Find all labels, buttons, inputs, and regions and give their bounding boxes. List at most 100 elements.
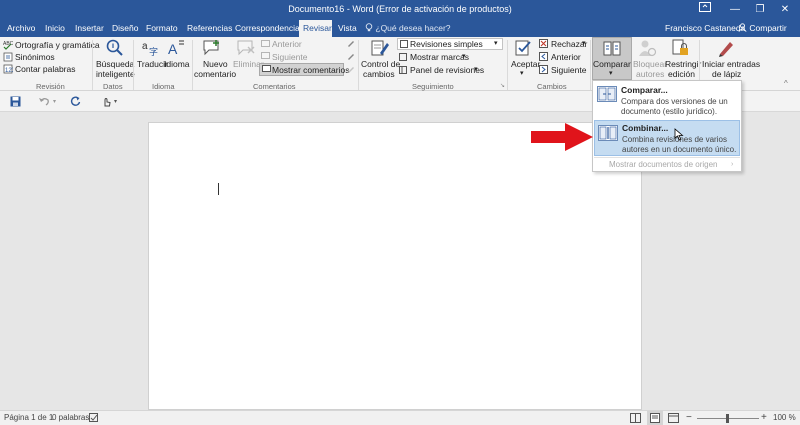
- display-for-review-dropdown[interactable]: Revisiones simples ▾: [397, 38, 503, 50]
- collapse-ribbon-icon[interactable]: ^: [784, 79, 788, 89]
- compare-menu-desc-1: Compara dos versiones de un: [621, 97, 728, 106]
- print-layout-icon: [650, 413, 660, 423]
- block-authors-label-1: Bloquear: [633, 59, 668, 69]
- customize-qat-icon[interactable]: ▾: [114, 97, 117, 107]
- redo-icon[interactable]: [70, 96, 81, 107]
- block-authors-label-2: autores: [636, 69, 665, 79]
- chevron-down-icon: ▾: [462, 53, 466, 60]
- person-icon: [738, 23, 749, 33]
- tab-revisar[interactable]: Revisar: [299, 20, 332, 37]
- tab-diseno[interactable]: Diseño: [108, 20, 142, 37]
- accept-label: Aceptar: [511, 59, 541, 69]
- language-label: Idioma: [164, 59, 190, 69]
- track-changes-label-1: Control de: [361, 59, 401, 69]
- group-separator: [133, 40, 134, 90]
- user-name[interactable]: Francisco Castaneda: [665, 20, 745, 37]
- language-icon: A: [168, 40, 184, 57]
- share-button[interactable]: Compartir: [738, 20, 787, 37]
- show-markup-label: Mostrar marcas: [410, 52, 470, 62]
- svg-text:ABC: ABC: [3, 41, 13, 47]
- tell-me-text: ¿Qué desea hacer?: [375, 23, 451, 33]
- tab-archivo[interactable]: Archivo: [3, 20, 39, 37]
- ribbon-display-options-icon[interactable]: [690, 0, 720, 20]
- svg-text:123: 123: [5, 68, 13, 74]
- combine-menu-item[interactable]: Combinar... Combina revisiones de varios…: [594, 120, 740, 156]
- next-comment-label: Siguiente: [272, 52, 308, 62]
- tab-formato[interactable]: Formato: [142, 20, 182, 37]
- tab-referencias[interactable]: Referencias: [183, 20, 236, 37]
- pen-icon[interactable]: [346, 38, 356, 48]
- show-comments-icon: [262, 65, 271, 72]
- start-inking-label-2: de lápiz: [712, 69, 742, 79]
- smart-lookup-label-2: inteligente: [96, 69, 135, 79]
- compare-menu-desc-2: documento (estilo jurídico).: [621, 107, 718, 116]
- next-comment-icon: [261, 52, 270, 59]
- lightbulb-icon: [365, 23, 375, 33]
- chevron-down-icon[interactable]: ▾: [53, 97, 56, 107]
- next-change-label: Siguiente: [551, 65, 587, 75]
- touch-mode-icon[interactable]: [101, 96, 112, 107]
- smart-lookup-icon: [106, 39, 123, 56]
- tab-vista[interactable]: Vista: [334, 20, 361, 37]
- accept-icon: [515, 40, 531, 56]
- next-change-icon: [539, 65, 548, 74]
- tab-correspondencia[interactable]: Correspondencia: [231, 20, 304, 37]
- spelling-grammar-label: Ortografía y gramática: [15, 40, 100, 50]
- group-separator: [358, 40, 359, 90]
- spelling-check-icon: ABC: [3, 41, 13, 50]
- combine-menu-desc-2: autores en un documento único.: [622, 145, 737, 154]
- restrict-editing-label-2: edición: [668, 69, 695, 79]
- restrict-editing-icon: [672, 39, 688, 55]
- thesaurus-icon: [3, 52, 13, 62]
- proofing-icon[interactable]: [89, 413, 99, 423]
- menu-separator: [594, 157, 740, 158]
- chevron-down-icon: ▾: [520, 70, 524, 77]
- zoom-in-button[interactable]: +: [761, 412, 767, 423]
- ribbon-tabs: Archivo Inicio Insertar Diseño Formato R…: [0, 20, 800, 37]
- tab-inicio[interactable]: Inicio: [41, 20, 69, 37]
- word-count-label: Contar palabras: [15, 64, 76, 74]
- show-comments-button[interactable]: Mostrar comentarios: [259, 63, 349, 76]
- undo-icon[interactable]: [38, 96, 50, 107]
- close-button[interactable]: ✕: [770, 0, 800, 20]
- pen-icon[interactable]: [346, 51, 356, 61]
- window-title: Documento16 - Word (Error de activación …: [288, 4, 512, 14]
- zoom-slider-thumb[interactable]: [726, 414, 729, 423]
- page-count[interactable]: Página 1 de 1: [4, 413, 53, 422]
- smart-lookup-label-1: Búsqueda: [96, 59, 135, 69]
- combine-menu-title: Combinar...: [622, 123, 669, 133]
- read-mode-icon[interactable]: [630, 413, 641, 423]
- compare-button[interactable]: Comparar ▾: [592, 37, 632, 80]
- svg-text:A: A: [168, 41, 178, 57]
- word-count[interactable]: 0 palabras: [52, 413, 89, 422]
- group-separator: [590, 40, 591, 90]
- print-layout-button[interactable]: [647, 411, 663, 425]
- status-bar: Página 1 de 1 0 palabras − + 100 %: [0, 410, 800, 425]
- compare-icon: [597, 86, 617, 102]
- track-changes-icon: [371, 40, 389, 56]
- chevron-down-icon: ▾: [494, 40, 498, 47]
- share-label: Compartir: [749, 23, 787, 33]
- tab-insertar[interactable]: Insertar: [71, 20, 108, 37]
- tell-me-box[interactable]: ¿Qué desea hacer?: [365, 20, 451, 37]
- compare-icon: [603, 41, 621, 56]
- compare-menu-item[interactable]: Comparar... Compara dos versiones de un …: [594, 82, 740, 120]
- dialog-launcher-icon[interactable]: ↘: [500, 81, 505, 91]
- thesaurus-label: Sinónimos: [15, 52, 55, 62]
- web-layout-icon[interactable]: [668, 413, 679, 423]
- zoom-level[interactable]: 100 %: [773, 413, 796, 422]
- previous-comment-label: Anterior: [272, 39, 302, 49]
- chevron-down-icon: ▾: [582, 40, 586, 47]
- svg-text:a: a: [142, 41, 148, 52]
- compare-menu-title: Comparar...: [621, 85, 668, 95]
- document-page[interactable]: [148, 122, 642, 410]
- translate-icon: a字: [142, 41, 158, 57]
- mouse-pointer-icon: [674, 128, 684, 141]
- zoom-out-button[interactable]: −: [686, 412, 692, 423]
- reject-icon: [539, 39, 548, 48]
- word-count-icon: 123: [3, 64, 13, 74]
- save-icon[interactable]: [10, 96, 21, 107]
- new-comment-icon: [203, 40, 219, 56]
- group-label-cambios: Cambios: [537, 82, 567, 91]
- previous-change-icon: [539, 52, 548, 61]
